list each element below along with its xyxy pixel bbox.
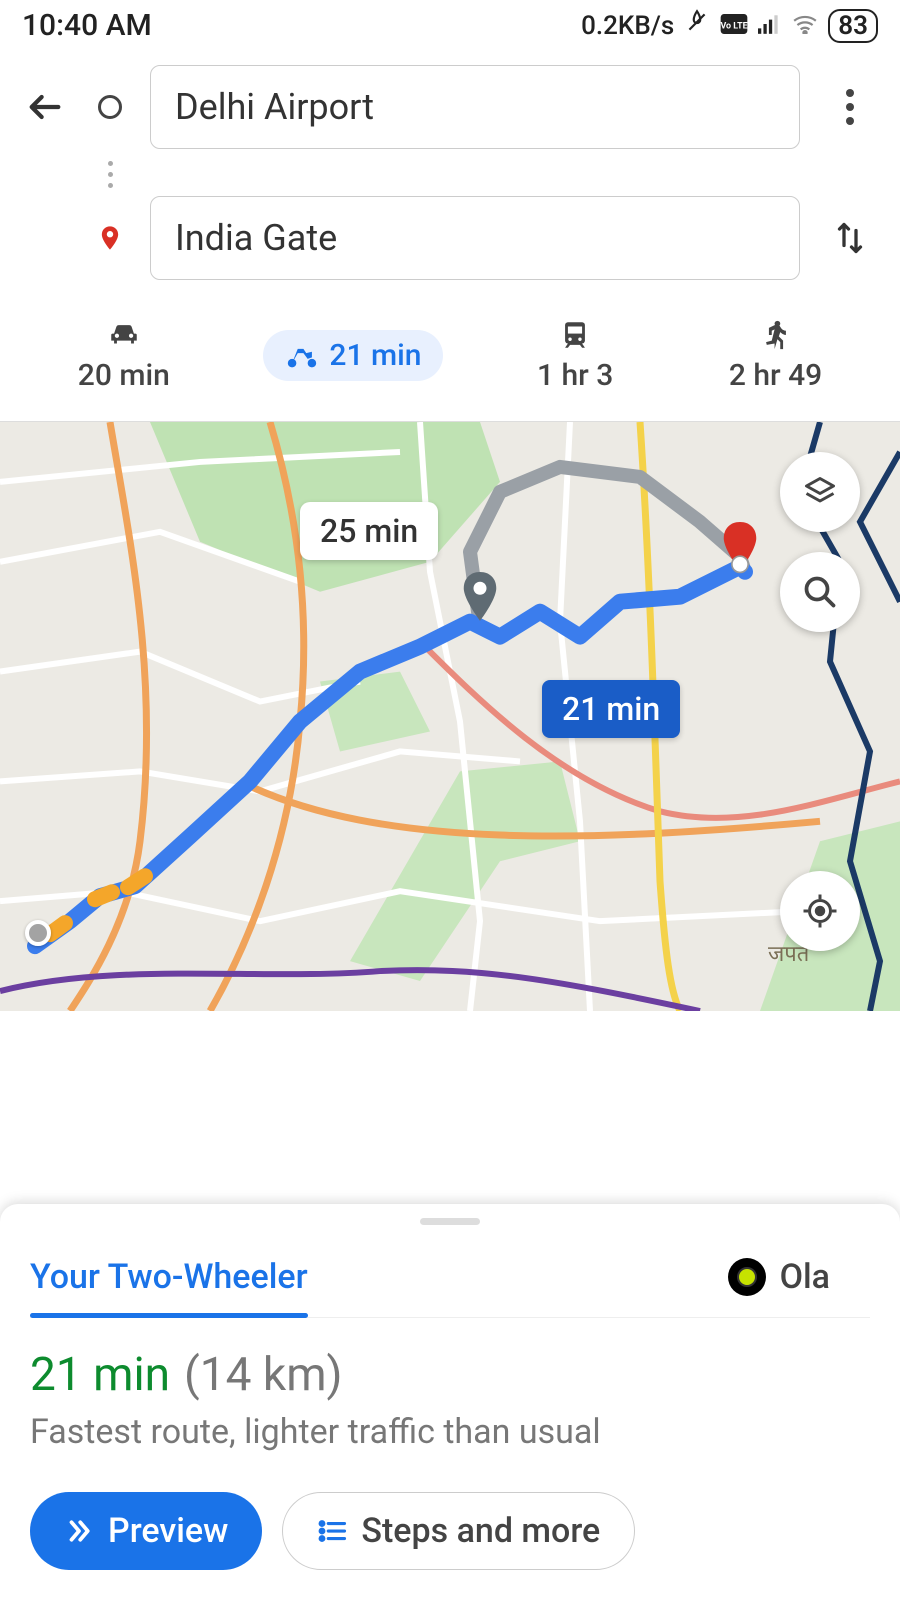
preview-button[interactable]: Preview [30,1492,262,1570]
action-row: Preview Steps and more [30,1492,870,1570]
destination-pin-icon [720,522,760,578]
mode-car[interactable]: 20 min [56,310,192,401]
mode-walk-label: 2 hr 49 [729,358,822,393]
mode-two-wheeler-label: 21 min [329,338,421,373]
directions-header: Delhi Airport India Gate 20 min 21 min [0,47,900,421]
mode-walk[interactable]: 2 hr 49 [707,310,844,401]
layers-button[interactable] [780,452,860,532]
swap-button[interactable] [820,220,880,256]
route-distance: (14 km) [184,1348,343,1402]
preview-button-label: Preview [108,1511,228,1551]
back-button[interactable] [20,87,70,127]
route-connector-icon [90,161,130,188]
origin-marker-icon [90,95,130,119]
my-location-button[interactable] [780,871,860,951]
alt-route-label[interactable]: 25 min [300,502,438,560]
signal-icon [758,11,782,41]
main-route-label[interactable]: 21 min [542,680,680,738]
route-summary: 21 min (14 km) [30,1348,870,1402]
tab-your-two-wheeler-label: Your Two-Wheeler [30,1257,308,1297]
bottom-sheet[interactable]: Your Two-Wheeler Ola 21 min (14 km) Fast… [0,1204,900,1600]
wifi-icon [792,11,818,41]
mode-transit[interactable]: 1 hr 3 [515,310,635,401]
origin-input[interactable]: Delhi Airport [150,65,800,149]
map-search-button[interactable] [780,552,860,632]
tab-your-two-wheeler[interactable]: Your Two-Wheeler [30,1243,308,1317]
status-bar: 10:40 AM 0.2KB/s Vo LTE 83 [0,0,900,47]
mode-car-label: 20 min [78,358,170,393]
status-time: 10:40 AM [22,8,152,43]
svg-text:Vo LTE: Vo LTE [721,21,748,31]
more-options-button[interactable] [820,89,880,125]
origin-dot-icon [25,920,51,946]
tab-ola-label: Ola [780,1257,830,1297]
status-right: 0.2KB/s Vo LTE 83 [581,9,878,43]
mode-two-wheeler[interactable]: 21 min [263,330,443,381]
mute-icon [684,9,710,42]
route-time: 21 min [30,1348,170,1402]
steps-button[interactable]: Steps and more [282,1492,635,1570]
mode-transit-label: 1 hr 3 [537,358,613,393]
route-description: Fastest route, lighter traffic than usua… [30,1412,870,1452]
tab-ola[interactable]: Ola [728,1243,830,1317]
travel-mode-tabs: 20 min 21 min 1 hr 3 2 hr 49 [20,292,880,421]
volte-icon: Vo LTE [720,11,748,41]
ola-icon [728,1258,766,1296]
status-data-rate: 0.2KB/s [581,11,674,41]
waypoint-pin-icon [460,572,500,628]
map-view[interactable]: T N जपत 25 min 21 min [0,421,900,1011]
sheet-tabs: Your Two-Wheeler Ola [30,1243,870,1318]
battery-level: 83 [828,9,878,43]
destination-input[interactable]: India Gate [150,196,800,280]
sheet-grab-handle[interactable] [420,1218,480,1225]
destination-marker-icon [90,224,130,252]
steps-button-label: Steps and more [361,1511,600,1551]
